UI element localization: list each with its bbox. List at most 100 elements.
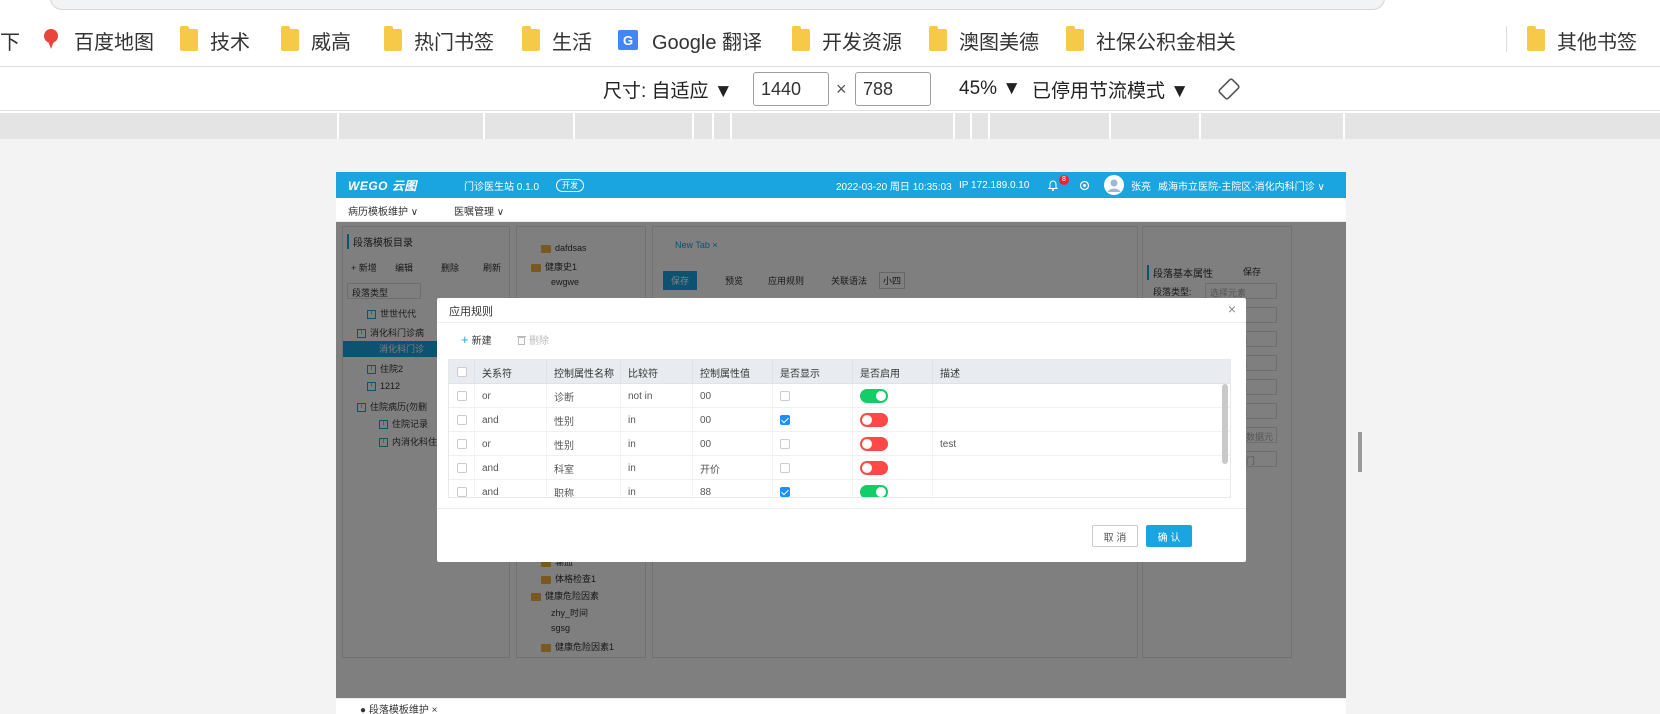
show-checkbox[interactable] xyxy=(773,432,853,456)
bookmark-social-security[interactable]: 社保公积金相关 xyxy=(1066,18,1236,62)
cell-val[interactable]: 00 xyxy=(693,408,773,432)
column-header: 是否显示 xyxy=(773,360,853,384)
enabled-switch[interactable] xyxy=(853,384,933,408)
cell-desc[interactable] xyxy=(933,480,1230,497)
table-row[interactable]: and 性别 in 00 xyxy=(449,408,1230,432)
bookmark-aotu[interactable]: 澳图美德 xyxy=(929,18,1039,62)
bookmark-label: 社保公积金相关 xyxy=(1096,31,1236,54)
bell-icon[interactable]: 8 xyxy=(1048,172,1069,198)
resize-handle[interactable] xyxy=(1358,432,1362,472)
table-row[interactable]: and 职称 in 88 xyxy=(449,480,1230,497)
table-row[interactable]: or 性别 in 00 test xyxy=(449,432,1230,456)
cell-desc[interactable] xyxy=(933,384,1230,408)
table-scrollbar[interactable] xyxy=(1222,384,1228,464)
rotate-icon[interactable] xyxy=(1217,67,1241,111)
cell-op[interactable]: not in xyxy=(621,384,693,408)
bookmark-baidu-map[interactable]: 百度地图 xyxy=(42,18,154,62)
map-pin-icon xyxy=(42,29,60,51)
settings-icon[interactable] xyxy=(1079,172,1090,198)
bookmark-hot[interactable]: 热门书签 xyxy=(384,18,494,62)
row-checkbox[interactable] xyxy=(449,456,475,480)
cell-op[interactable]: in xyxy=(621,408,693,432)
cell-op[interactable]: in xyxy=(621,480,693,497)
device-size-dropdown[interactable]: 尺寸: 自适应 ▼ xyxy=(603,67,733,111)
menu-template-maintenance[interactable]: 病历模板维护 ∨ xyxy=(348,198,418,222)
show-checkbox[interactable] xyxy=(773,408,853,432)
delete-rule-button[interactable]: 删除 xyxy=(517,332,549,347)
table-header: 关系符 控制属性名称 比较符 控制属性值 是否显示 是否启用 描述 xyxy=(449,360,1230,384)
table-row[interactable]: or 诊断 not in 00 xyxy=(449,384,1230,408)
bookmark-life[interactable]: 生活 xyxy=(522,18,592,62)
enabled-switch[interactable] xyxy=(853,432,933,456)
column-header: 是否启用 xyxy=(853,360,933,384)
bookmark-cut-text[interactable]: 下 xyxy=(0,18,20,62)
folder-icon xyxy=(792,26,810,51)
bookmarks-divider xyxy=(1506,26,1507,52)
folder-icon xyxy=(281,26,299,51)
bookmarks-bar: 下 百度地图 技术 威高 热门书签 生活 G Google 翻译 开发资源 澳图美… xyxy=(0,18,1660,62)
device-width-input[interactable]: 1440 xyxy=(753,72,829,106)
cell-attr[interactable]: 职称 xyxy=(547,480,621,497)
column-header: 控制属性值 xyxy=(693,360,773,384)
env-badge: 开发 xyxy=(556,178,584,192)
app-header: WEGO 云图 门诊医生站 0.1.0 开发 2022-03-20 周日 10:… xyxy=(336,172,1346,198)
user-name[interactable]: 张亮 xyxy=(1131,172,1151,198)
table-row[interactable]: and 科室 in 开价 xyxy=(449,456,1230,480)
row-checkbox[interactable] xyxy=(449,432,475,456)
cell-rel[interactable]: and xyxy=(475,456,547,480)
cell-rel[interactable]: and xyxy=(475,408,547,432)
bookmark-tech[interactable]: 技术 xyxy=(180,18,250,62)
throttle-dropdown[interactable]: 已停用节流模式 ▼ xyxy=(1032,67,1189,111)
google-translate-icon: G xyxy=(618,30,638,50)
row-checkbox[interactable] xyxy=(449,408,475,432)
cell-val[interactable]: 00 xyxy=(693,432,773,456)
bookmark-other[interactable]: 其他书签 xyxy=(1527,18,1637,62)
row-checkbox[interactable] xyxy=(449,384,475,408)
show-checkbox[interactable] xyxy=(773,480,853,497)
cell-attr[interactable]: 诊断 xyxy=(547,384,621,408)
cell-attr[interactable]: 科室 xyxy=(547,456,621,480)
cell-rel[interactable]: or xyxy=(475,384,547,408)
cell-rel[interactable]: or xyxy=(475,432,547,456)
folder-icon xyxy=(180,26,198,51)
bookmark-weigao[interactable]: 威高 xyxy=(281,18,351,62)
new-rule-button[interactable]: + 新建 xyxy=(461,332,492,347)
zoom-dropdown[interactable]: 45% ▼ xyxy=(959,67,1021,111)
page-tab-template[interactable]: ● 段落模板维护 × xyxy=(360,701,437,714)
show-checkbox[interactable] xyxy=(773,384,853,408)
enabled-switch[interactable] xyxy=(853,480,933,497)
app-title: 门诊医生站 0.1.0 xyxy=(464,181,540,193)
row-checkbox[interactable] xyxy=(449,480,475,497)
cell-rel[interactable]: and xyxy=(475,480,547,497)
avatar[interactable] xyxy=(1104,172,1124,198)
media-query-bar[interactable] xyxy=(0,113,1660,139)
cell-val[interactable]: 88 xyxy=(693,480,773,497)
cell-attr[interactable]: 性别 xyxy=(547,432,621,456)
device-height-input[interactable]: 788 xyxy=(855,72,931,106)
enabled-switch[interactable] xyxy=(853,408,933,432)
cell-val[interactable]: 00 xyxy=(693,384,773,408)
cell-op[interactable]: in xyxy=(621,456,693,480)
close-icon[interactable]: × xyxy=(1228,301,1236,317)
bookmark-label: 生活 xyxy=(552,31,592,54)
cell-desc[interactable] xyxy=(933,456,1230,480)
cell-attr[interactable]: 性别 xyxy=(547,408,621,432)
bookmark-label: 澳图美德 xyxy=(959,31,1039,54)
show-checkbox[interactable] xyxy=(773,456,853,480)
bookmark-label: 百度地图 xyxy=(74,31,154,54)
cell-desc[interactable]: test xyxy=(933,432,1230,456)
cell-val[interactable]: 开价 xyxy=(693,456,773,480)
plus-icon: + xyxy=(461,332,469,347)
cell-desc[interactable] xyxy=(933,408,1230,432)
confirm-button[interactable]: 确 认 xyxy=(1146,525,1192,547)
menu-order-management[interactable]: 医嘱管理 ∨ xyxy=(454,198,504,222)
enabled-switch[interactable] xyxy=(853,456,933,480)
bookmark-dev-resources[interactable]: 开发资源 xyxy=(792,18,902,62)
select-all-checkbox[interactable] xyxy=(449,360,475,384)
bookmark-google-translate[interactable]: G Google 翻译 xyxy=(618,18,762,62)
bookmark-label: 热门书签 xyxy=(414,31,494,54)
address-bar[interactable] xyxy=(50,0,1385,10)
cancel-button[interactable]: 取 消 xyxy=(1092,525,1138,547)
org-selector[interactable]: 威海市立医院-主院区-消化内科门诊 ∨ xyxy=(1158,172,1325,198)
cell-op[interactable]: in xyxy=(621,432,693,456)
